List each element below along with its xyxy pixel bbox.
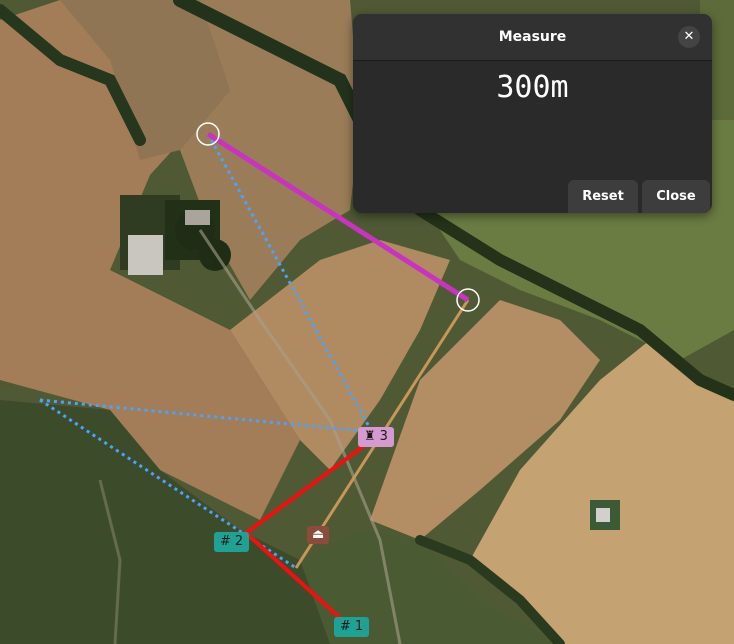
hash-icon: # [220,534,231,549]
rook-icon: ♜ [364,429,376,444]
marker-3[interactable]: ♜ 3 [358,427,394,447]
close-button[interactable]: Close [642,180,710,213]
marker-hut[interactable]: ⏏ [307,526,330,544]
hut-icon: ⏏ [312,527,325,542]
hash-icon: # [340,619,351,634]
close-icon[interactable]: ✕ [678,26,700,48]
marker-2[interactable]: #2 [214,532,250,552]
farm-cluster [120,195,231,275]
marker-2-label: 2 [234,534,244,549]
measure-distance-value: 300m [496,70,569,105]
reset-button[interactable]: Reset [568,180,638,213]
marker-1-label: 1 [354,619,364,634]
measure-dialog-title: Measure [498,29,567,45]
marker-1[interactable]: #1 [334,617,370,637]
measure-dialog: Measure ✕ 300m Reset Close [353,14,712,213]
measure-dialog-header: Measure ✕ [353,14,712,61]
marker-3-label: 3 [379,429,388,444]
farm-small-east-roof [596,508,610,522]
